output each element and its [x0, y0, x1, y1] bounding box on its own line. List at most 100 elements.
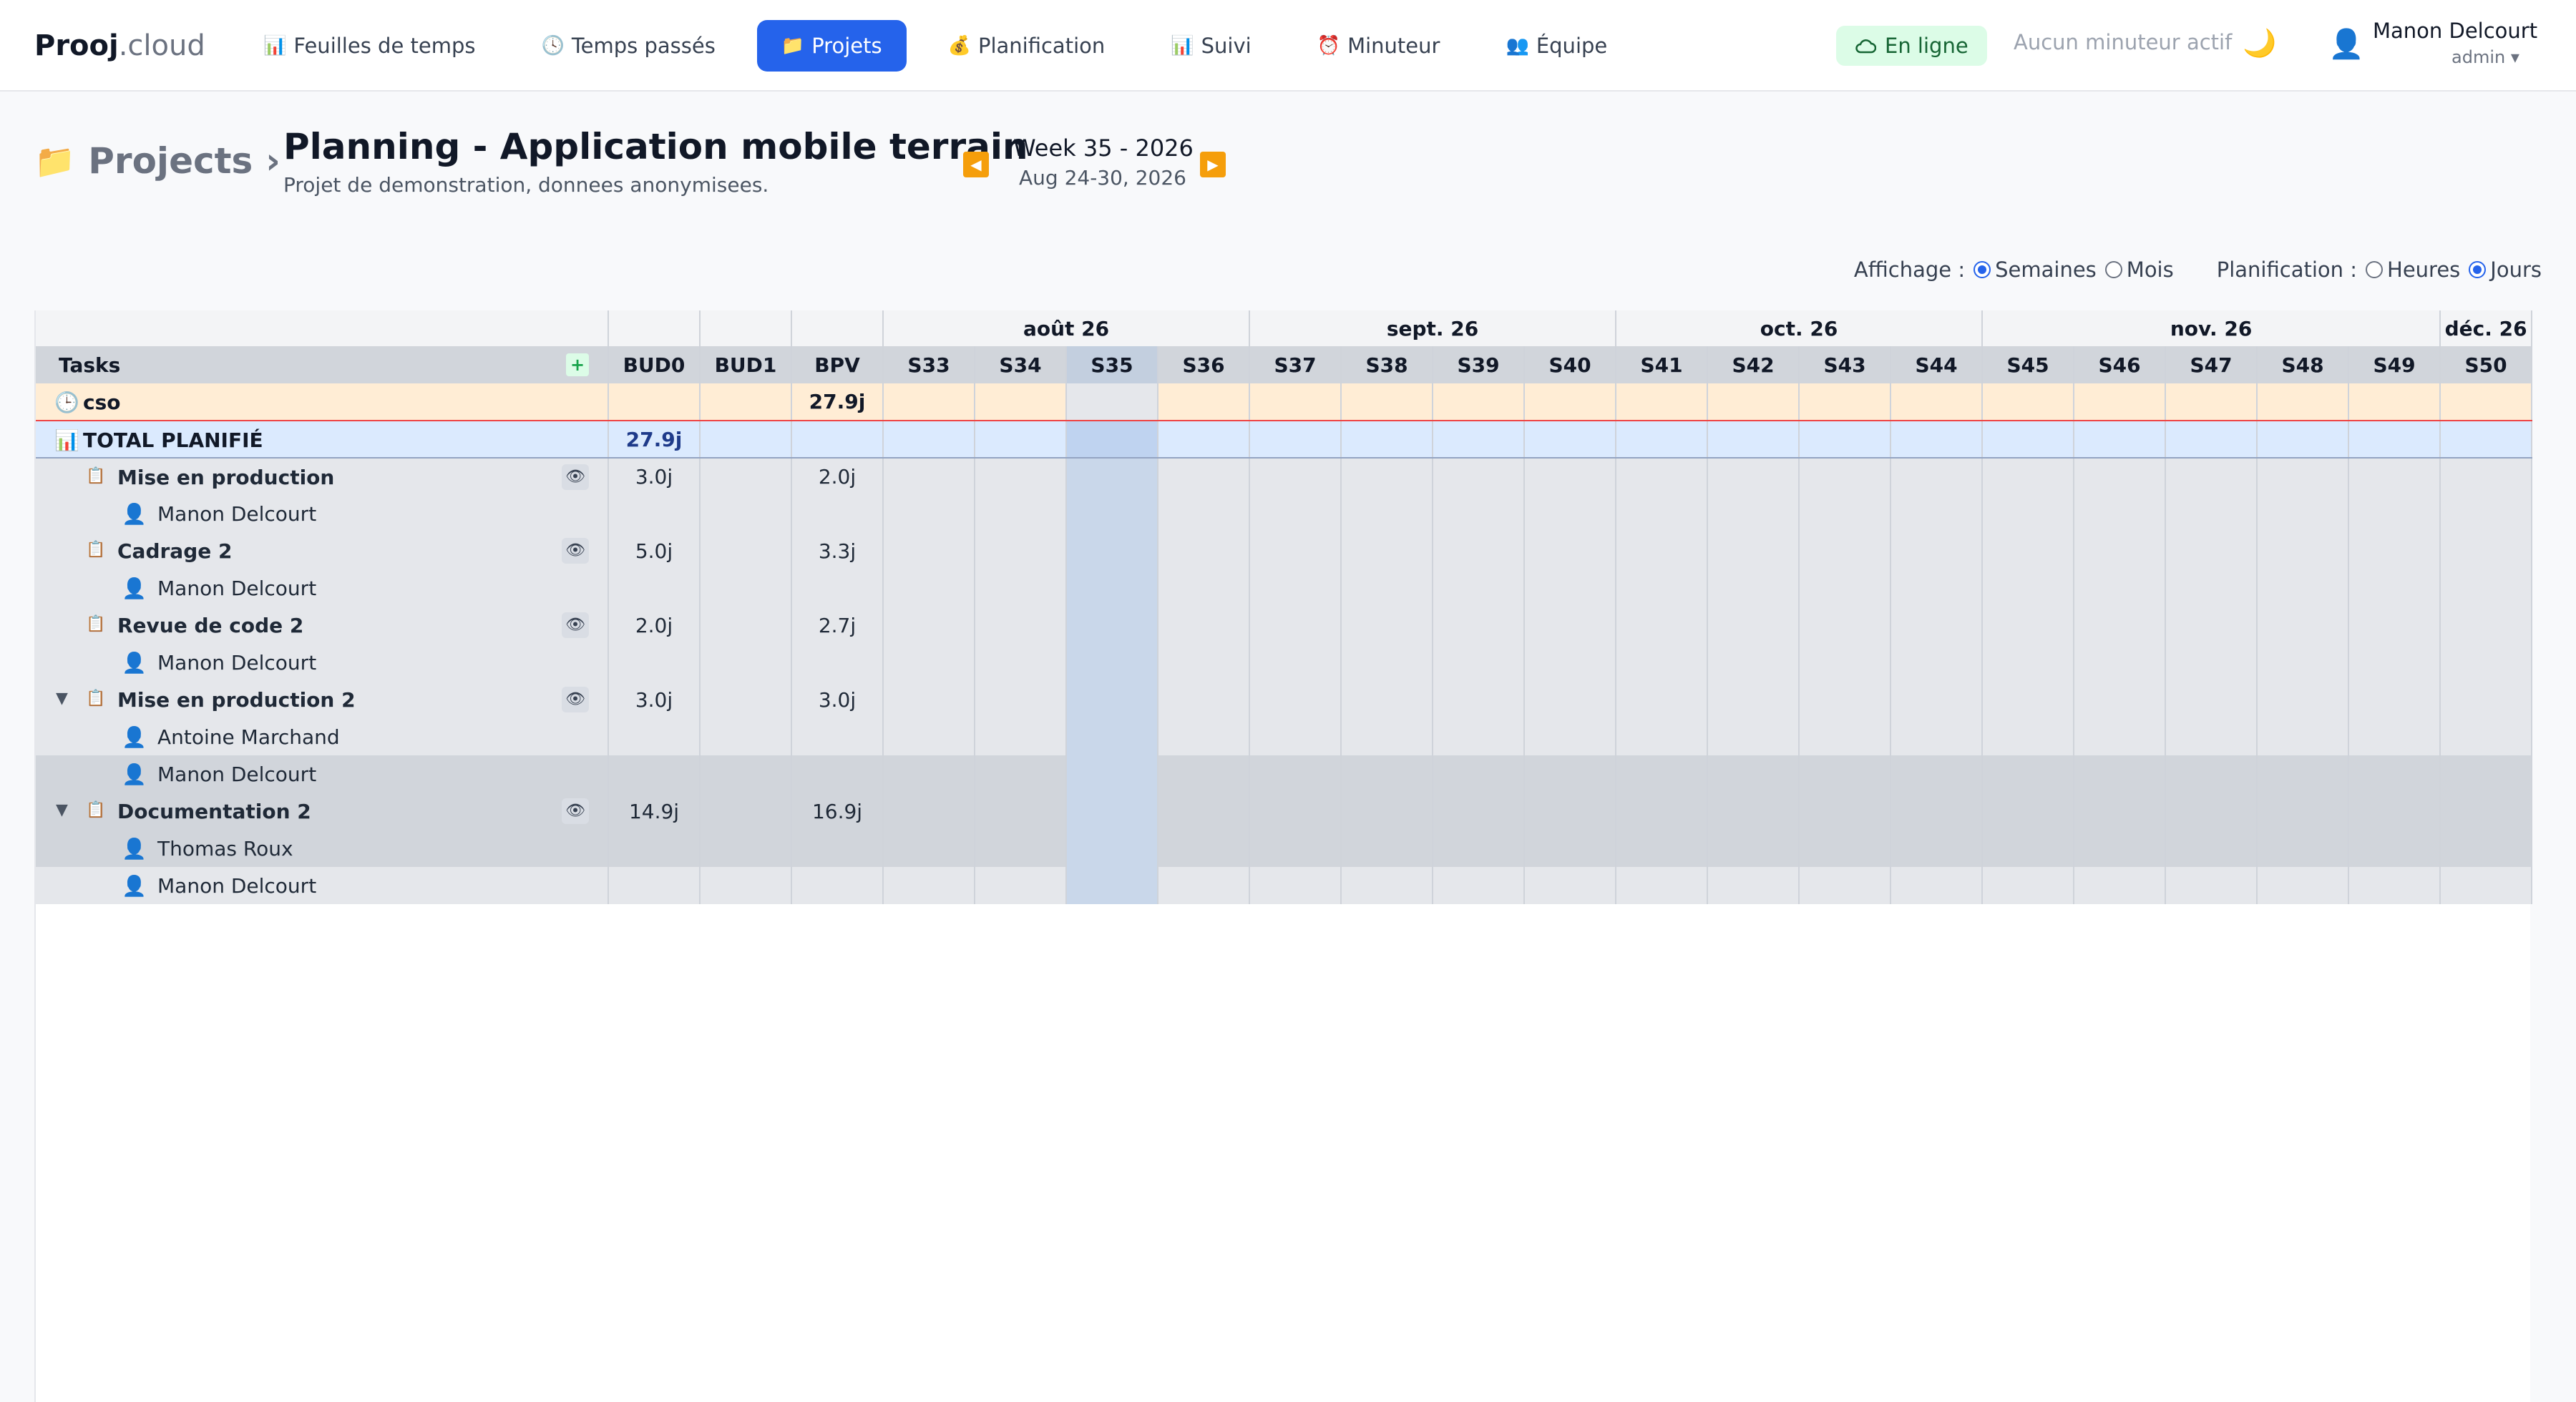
assignee-week-cell[interactable]	[2165, 755, 2258, 793]
task-week-cell[interactable]	[1249, 458, 1342, 495]
week-column-header[interactable]: S44	[1890, 346, 1984, 383]
total-week-cell[interactable]	[2074, 421, 2167, 459]
task-week-cell[interactable]	[1982, 607, 2075, 644]
assignee-week-cell[interactable]	[1524, 569, 1617, 607]
assignee-week-cell[interactable]	[1799, 867, 1892, 904]
assignee-week-cell[interactable]	[1799, 495, 1892, 532]
assignee-week-cell[interactable]	[2257, 867, 2350, 904]
task-week-cell[interactable]	[1158, 532, 1251, 569]
assignee-week-cell[interactable]	[1066, 644, 1158, 681]
task-week-cell[interactable]	[1066, 458, 1158, 495]
assignee-week-cell[interactable]	[1890, 830, 1984, 867]
assignee-week-cell[interactable]	[1433, 830, 1526, 867]
task-week-cell[interactable]	[2257, 607, 2350, 644]
assignee-week-cell[interactable]	[1066, 867, 1158, 904]
assignee-bpv-cell[interactable]	[791, 755, 884, 793]
cso-week-cell[interactable]	[1616, 383, 1709, 421]
task-week-cell[interactable]	[1890, 458, 1984, 495]
assignee-week-cell[interactable]	[1616, 569, 1709, 607]
assignee-week-cell[interactable]	[2348, 569, 2441, 607]
assignee-week-cell[interactable]	[1707, 867, 1800, 904]
assignee-week-cell[interactable]	[2074, 830, 2167, 867]
assignee-week-cell[interactable]	[1616, 644, 1709, 681]
assignee-week-cell[interactable]	[1249, 644, 1342, 681]
assignee-week-cell[interactable]	[2440, 755, 2533, 793]
assignee-week-cell[interactable]	[975, 718, 1067, 755]
task-week-cell[interactable]	[1066, 607, 1158, 644]
assignee-bpv-cell[interactable]	[791, 867, 884, 904]
assignee-week-cell[interactable]	[2074, 569, 2167, 607]
task-week-cell[interactable]	[2165, 458, 2258, 495]
task-week-cell[interactable]	[1341, 532, 1434, 569]
days-radio-option[interactable]: Jours	[2469, 258, 2542, 282]
task-week-cell[interactable]	[2074, 458, 2167, 495]
assignee-week-cell[interactable]	[1982, 718, 2075, 755]
assignee-week-cell[interactable]	[1982, 867, 2075, 904]
assignee-bud0-cell[interactable]	[608, 755, 701, 793]
hours-radio[interactable]	[2366, 261, 2384, 278]
task-week-cell[interactable]	[1249, 532, 1342, 569]
task-week-cell[interactable]	[883, 681, 975, 718]
cso-week-cell[interactable]	[1249, 383, 1342, 421]
assignee-week-cell[interactable]	[1982, 569, 2075, 607]
task-week-cell[interactable]	[1890, 607, 1984, 644]
assignee-week-cell[interactable]	[883, 718, 975, 755]
task-week-cell[interactable]	[1982, 532, 2075, 569]
task-bud1-cell[interactable]	[700, 458, 792, 495]
task-week-cell[interactable]	[1890, 793, 1984, 830]
total-week-cell[interactable]	[1158, 421, 1251, 459]
assignee-week-cell[interactable]	[1158, 718, 1251, 755]
task-week-cell[interactable]	[2348, 458, 2441, 495]
task-week-cell[interactable]	[1799, 681, 1892, 718]
assignee-bud1-cell[interactable]	[700, 830, 792, 867]
task-week-cell[interactable]	[1524, 458, 1617, 495]
assignee-bpv-cell[interactable]	[791, 718, 884, 755]
cso-week-cell[interactable]	[2074, 383, 2167, 421]
week-column-header[interactable]: S40	[1524, 346, 1617, 383]
task-week-cell[interactable]	[1890, 681, 1984, 718]
assignee-week-cell[interactable]	[1982, 830, 2075, 867]
assignee-week-cell[interactable]	[975, 755, 1067, 793]
app-logo[interactable]: Prooj.cloud	[34, 26, 205, 66]
assignee-week-cell[interactable]	[2348, 644, 2441, 681]
task-week-cell[interactable]	[1341, 681, 1434, 718]
assignee-week-cell[interactable]	[1524, 830, 1617, 867]
cso-week-cell[interactable]	[883, 383, 975, 421]
task-week-cell[interactable]	[975, 607, 1067, 644]
cso-week-cell[interactable]	[1707, 383, 1800, 421]
assignee-week-cell[interactable]	[2257, 755, 2350, 793]
task-week-cell[interactable]	[1433, 607, 1526, 644]
assignee-week-cell[interactable]	[1799, 569, 1892, 607]
assignee-week-cell[interactable]	[1341, 569, 1434, 607]
assignee-week-cell[interactable]	[1799, 644, 1892, 681]
assignee-week-cell[interactable]	[1249, 830, 1342, 867]
task-week-cell[interactable]	[975, 458, 1067, 495]
assignee-week-cell[interactable]	[2257, 569, 2350, 607]
user-role-dropdown[interactable]: admin ▾	[2451, 47, 2519, 67]
assignee-bud0-cell[interactable]	[608, 830, 701, 867]
assignee-week-cell[interactable]	[1707, 755, 1800, 793]
assignee-week-cell[interactable]	[1707, 495, 1800, 532]
task-week-cell[interactable]	[1799, 607, 1892, 644]
week-column-header[interactable]: S41	[1616, 346, 1709, 383]
assignee-bpv-cell[interactable]	[791, 644, 884, 681]
assignee-week-cell[interactable]	[1066, 830, 1158, 867]
assignee-week-cell[interactable]	[2257, 830, 2350, 867]
task-week-cell[interactable]	[1433, 532, 1526, 569]
assignee-week-cell[interactable]	[1341, 755, 1434, 793]
assignee-week-cell[interactable]	[1799, 830, 1892, 867]
assignee-week-cell[interactable]	[1249, 867, 1342, 904]
assignee-week-cell[interactable]	[2165, 644, 2258, 681]
assignee-week-cell[interactable]	[2440, 569, 2533, 607]
task-week-cell[interactable]	[1158, 458, 1251, 495]
total-week-cell[interactable]	[2348, 421, 2441, 459]
task-week-cell[interactable]	[2440, 458, 2533, 495]
nav-item-projets[interactable]: 📁 Projets	[756, 20, 907, 72]
assignee-week-cell[interactable]	[1341, 644, 1434, 681]
task-week-cell[interactable]	[2165, 681, 2258, 718]
collapse-toggle-icon[interactable]: ▼	[56, 801, 68, 819]
assignee-bpv-cell[interactable]	[791, 569, 884, 607]
task-week-cell[interactable]	[1799, 458, 1892, 495]
task-bpv-cell[interactable]: 2.7j	[791, 607, 884, 644]
task-week-cell[interactable]	[2440, 607, 2533, 644]
